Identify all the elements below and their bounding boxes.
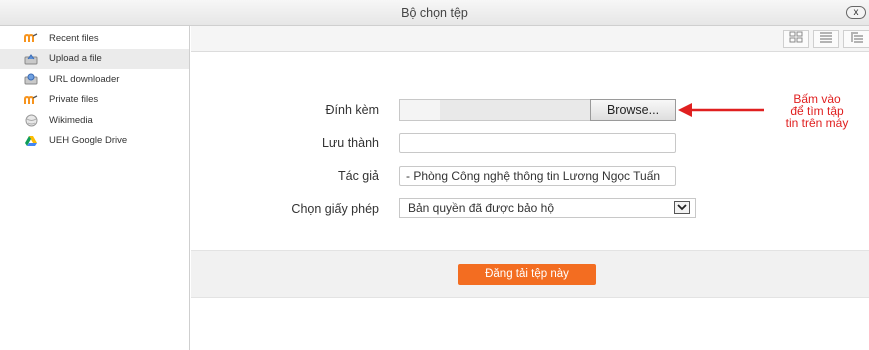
sidebar-item-ueh-google-drive[interactable]: UEH Google Drive (0, 131, 189, 152)
tree-view-icon (850, 30, 864, 48)
license-label: Chọn giấy phép (291, 202, 379, 216)
close-button[interactable]: x (846, 6, 866, 19)
annotation-arrow-icon (678, 103, 764, 117)
license-select[interactable]: Bản quyền đã được bảo hộ (399, 198, 696, 218)
upload-icon (24, 53, 38, 65)
sidebar-item-label: Upload a file (49, 53, 102, 65)
view-toolbar (191, 26, 869, 52)
author-label: Tác giả (338, 169, 379, 183)
form-footer: Đăng tải tệp này (191, 250, 869, 298)
sidebar-item-wikimedia[interactable]: Wikimedia (0, 110, 189, 131)
grid-view-button[interactable] (783, 30, 809, 48)
browse-button[interactable]: Browse... (590, 99, 676, 121)
file-picker-field[interactable]: Browse... (399, 99, 676, 121)
list-view-button[interactable] (813, 30, 839, 48)
sidebar-item-private-files[interactable]: Private files (0, 90, 189, 111)
license-selected-value: Bản quyền đã được bảo hộ (408, 201, 555, 215)
sidebar-item-label: Private files (49, 94, 99, 106)
sidebar-item-recent-files[interactable]: Recent files (0, 28, 189, 49)
tree-view-button[interactable] (843, 30, 869, 48)
save-as-input[interactable] (399, 133, 676, 153)
repository-sidebar: Recent files Upload a file URL downloade… (0, 26, 190, 350)
wikimedia-icon (24, 114, 38, 127)
sidebar-item-url-downloader[interactable]: URL downloader (0, 69, 189, 90)
url-downloader-icon (24, 73, 38, 85)
moodle-icon (24, 32, 38, 44)
upload-file-button[interactable]: Đăng tải tệp này (458, 264, 596, 285)
sidebar-item-label: Wikimedia (49, 114, 93, 126)
grid-view-icon (789, 30, 803, 48)
author-input[interactable]: - Phòng Công nghệ thông tin Lương Ngọc T… (399, 166, 676, 186)
moodle-icon (24, 94, 38, 106)
annotation-line: tin trên máy (785, 116, 849, 130)
sidebar-item-label: UEH Google Drive (49, 135, 128, 147)
sidebar-item-upload-a-file[interactable]: Upload a file (0, 48, 189, 69)
dialog-title: Bộ chọn tệp (401, 6, 468, 20)
dialog-titlebar: Bộ chọn tệp x (0, 0, 869, 26)
list-view-icon (819, 30, 833, 48)
attachment-label: Đính kèm (325, 103, 380, 117)
google-drive-icon (24, 135, 38, 147)
save-as-label: Lưu thành (321, 136, 379, 150)
sidebar-item-label: URL downloader (49, 73, 120, 85)
sidebar-item-label: Recent files (49, 32, 99, 44)
annotation-text: Bấm vào để tìm tập tin trên máy (762, 93, 869, 129)
chevron-down-icon (674, 201, 690, 214)
